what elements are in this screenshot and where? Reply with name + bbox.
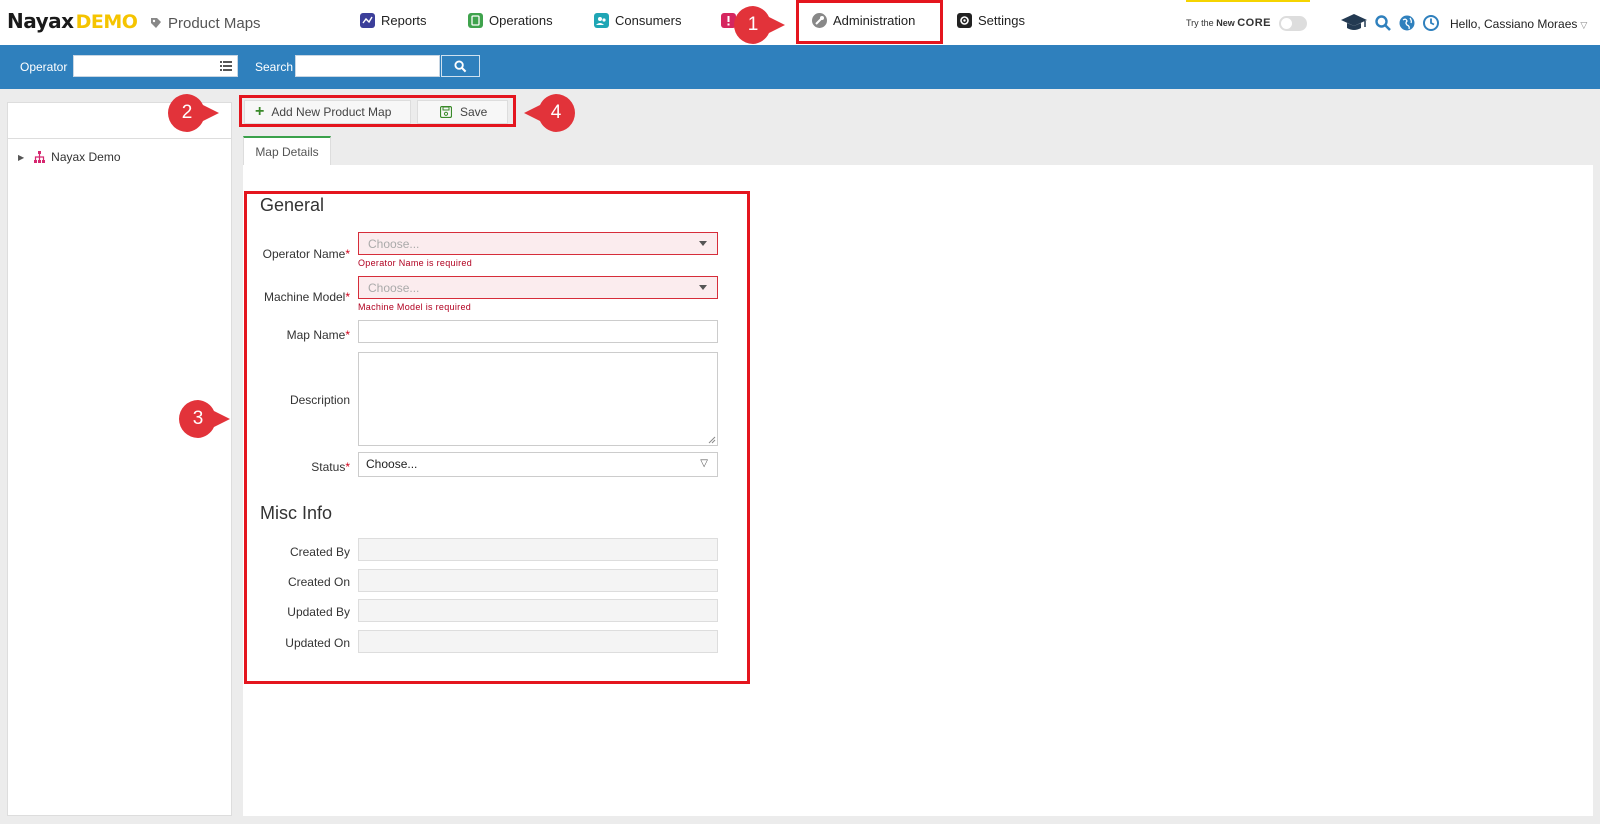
org-hierarchy-icon [34, 150, 46, 163]
nayax-logo[interactable]: Nayax DEMO [7, 9, 138, 33]
consumers-icon [594, 13, 609, 28]
list-icon[interactable] [220, 60, 232, 74]
graduation-cap-icon[interactable] [1340, 12, 1368, 34]
reports-chart-icon [360, 13, 375, 28]
page-title-group: Product Maps [150, 15, 261, 32]
search-input[interactable] [295, 55, 440, 77]
search-icon[interactable] [1374, 14, 1392, 32]
toolbar-highlight-box [239, 95, 516, 127]
tab-map-details[interactable]: Map Details [243, 136, 331, 165]
page-title: Product Maps [168, 15, 261, 32]
user-greeting: Hello, Cassiano Moraes [1450, 17, 1578, 31]
tree-item-label: Nayax Demo [51, 150, 121, 164]
nav-operations-label: Operations [489, 13, 553, 28]
callout-1: 1 [733, 5, 785, 45]
tree-panel: ▶ Nayax Demo [7, 102, 232, 816]
search-icon [454, 59, 467, 72]
operations-icon [468, 13, 483, 28]
try-core-toggle[interactable] [1279, 15, 1308, 31]
callout-3-number: 3 [192, 408, 204, 429]
callout-2-number: 2 [181, 102, 193, 123]
chevron-down-icon: ▽ [1580, 20, 1588, 30]
user-menu[interactable]: Hello, Cassiano Moraes ▽ [1450, 17, 1587, 31]
form-highlight-box [244, 191, 750, 684]
nav-settings-label: Settings [978, 13, 1025, 28]
globe-icon[interactable] [1398, 14, 1416, 32]
logo-demo-text: DEMO [75, 11, 138, 33]
tag-icon [151, 18, 161, 28]
nav-reports[interactable]: Reports [360, 13, 427, 28]
nav-reports-label: Reports [381, 13, 427, 28]
callout-1-number: 1 [747, 14, 759, 35]
nav-consumers-label: Consumers [615, 13, 682, 28]
top-navigation: Nayax DEMO Product Maps Reports Operation… [0, 0, 1600, 45]
tree-item-nayax-demo[interactable]: ▶ Nayax Demo [18, 150, 121, 164]
expand-arrow-icon[interactable]: ▶ [18, 153, 24, 162]
try-core-text: Try the New CORE [1186, 17, 1272, 29]
callout-2: 2 [167, 93, 219, 133]
clock-icon[interactable] [1422, 14, 1440, 32]
operator-select-input[interactable] [73, 55, 238, 77]
logo-brand-text: Nayax [7, 9, 74, 33]
administration-highlight-box [796, 0, 943, 44]
nav-settings[interactable]: Settings [957, 13, 1025, 28]
operator-label: Operator [20, 60, 68, 74]
callout-3: 3 [178, 399, 230, 439]
try-new-core-toggle-group: Try the New CORE [1186, 0, 1310, 44]
nav-consumers[interactable]: Consumers [594, 13, 681, 28]
settings-gear-icon [957, 13, 972, 28]
filter-bar: Operator Search [0, 45, 1600, 89]
search-button[interactable] [441, 55, 480, 77]
search-label: Search [255, 60, 294, 74]
callout-4: 4 [524, 93, 576, 133]
callout-4-number: 4 [550, 102, 562, 123]
nav-operations[interactable]: Operations [468, 13, 553, 28]
